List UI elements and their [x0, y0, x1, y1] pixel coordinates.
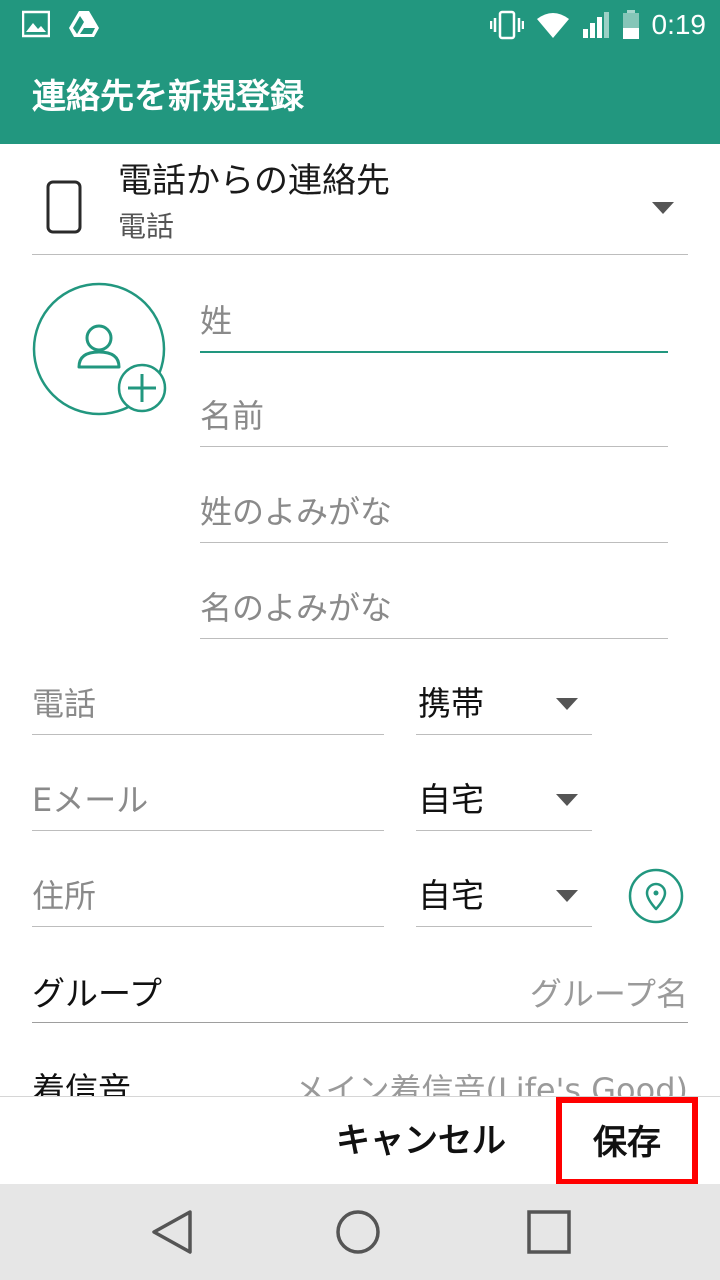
clock: 0:19 — [651, 9, 707, 40]
account-selector[interactable]: 電話からの連絡先 電話 — [32, 144, 688, 255]
address-type-select[interactable]: 自宅 — [416, 864, 592, 927]
chevron-down-icon — [652, 202, 674, 214]
back-icon[interactable] — [142, 1204, 202, 1260]
ringtone-selector[interactable]: 着信音 メイン着信音(Life's Good) — [32, 1066, 688, 1096]
email-type-value: 自宅 — [418, 780, 484, 819]
app-bar: 連絡先を新規登録 — [0, 50, 720, 144]
wifi-icon — [536, 13, 569, 38]
status-bar: 0:19 — [0, 0, 720, 50]
group-selector[interactable]: グループ グループ名 — [32, 968, 688, 1023]
chevron-down-icon — [556, 794, 578, 806]
location-pin-icon — [645, 882, 667, 911]
map-pin-button[interactable] — [628, 868, 684, 924]
address-placeholder: 住所 — [32, 877, 97, 915]
action-bar: キャンセル 保存 — [0, 1096, 720, 1185]
chevron-down-icon — [556, 890, 578, 902]
first-name-placeholder: 名前 — [200, 397, 265, 435]
cancel-button[interactable]: キャンセル — [330, 1113, 512, 1169]
last-name-kana-input[interactable]: 姓のよみがな — [200, 480, 668, 543]
navigation-bar — [0, 1184, 720, 1280]
save-button[interactable]: 保存 — [556, 1097, 698, 1185]
last-name-kana-placeholder: 姓のよみがな — [200, 493, 393, 531]
phone-type-select[interactable]: 携帯 — [416, 672, 592, 735]
add-photo-button[interactable] — [32, 282, 168, 416]
ringtone-label: 着信音 — [32, 1070, 131, 1096]
home-icon[interactable] — [328, 1204, 388, 1260]
last-name-input[interactable]: 姓 — [200, 290, 668, 353]
email-input[interactable]: Eメール — [32, 768, 384, 831]
phone-placeholder: 電話 — [32, 685, 97, 723]
first-name-kana-placeholder: 名のよみがな — [200, 589, 393, 627]
address-input[interactable]: 住所 — [32, 864, 384, 927]
page-title: 連絡先を新規登録 — [32, 77, 304, 117]
last-name-placeholder: 姓 — [200, 302, 233, 340]
recent-apps-icon[interactable] — [518, 1204, 578, 1260]
signal-icon — [582, 12, 609, 38]
email-placeholder: Eメール — [32, 781, 149, 819]
phone-icon — [46, 180, 82, 234]
account-type: 電話 — [118, 210, 175, 243]
battery-icon — [622, 10, 639, 39]
plus-icon — [117, 363, 167, 413]
phone-type-value: 携帯 — [418, 684, 484, 723]
address-type-value: 自宅 — [418, 876, 484, 915]
account-name: 電話からの連絡先 — [118, 161, 390, 201]
vibrate-icon — [489, 10, 524, 40]
drive-icon — [69, 11, 99, 37]
first-name-kana-input[interactable]: 名のよみがな — [200, 576, 668, 639]
phone-input[interactable]: 電話 — [32, 672, 384, 735]
group-label: グループ — [32, 974, 163, 1013]
chevron-down-icon — [556, 698, 578, 710]
first-name-input[interactable]: 名前 — [200, 384, 668, 447]
ringtone-value: メイン着信音(Life's Good) — [293, 1071, 688, 1096]
email-type-select[interactable]: 自宅 — [416, 768, 592, 831]
group-value: グループ名 — [529, 975, 688, 1013]
image-icon — [22, 10, 50, 38]
